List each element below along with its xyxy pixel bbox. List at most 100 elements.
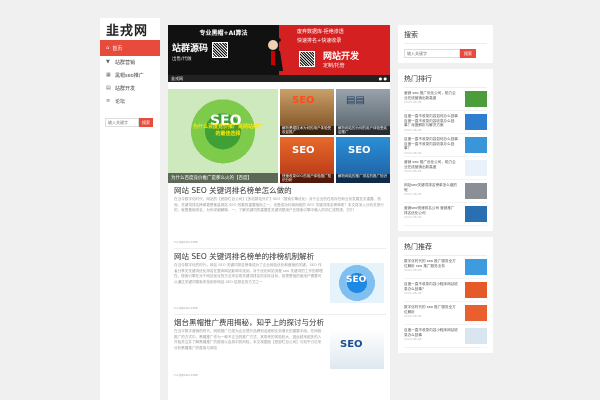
hot-item-thumbnail[interactable] <box>465 160 487 176</box>
hot-ranking-title: 热门排行 <box>404 74 487 88</box>
banner-right-main: 网站开发 <box>323 52 360 62</box>
nav-home-label: 首页 <box>112 45 123 52</box>
featured-tile-caption: 解析黑帽技术为何的用户体验受欢迎推广 <box>280 126 334 135</box>
article-item[interactable]: 网站 SEO 关键词排名榜单怎么做的 在当今数字化时代，网站的【底部栏目公司】【… <box>174 185 386 249</box>
recommend-item-text[interactable]: 百度一直不收录内容小程序网站收录办么回事 <box>404 328 458 337</box>
seo-text-icon: SEO <box>346 275 367 285</box>
featured-tile-caption: 快速收录SEO的用户体验推广知识分析 <box>280 174 334 183</box>
banner-right: 废弃数据库-拒绝渗透 快速排名+快速收录 网站开发 定制/托管 <box>279 25 390 75</box>
list-icon: ≡ <box>106 98 111 104</box>
recommend-item-thumbnail[interactable] <box>465 259 487 275</box>
hot-ranking-box: 热门排行 营销 seo 推广优化公司，助力企业在线营销出新高度 2024-08-0… <box>398 69 493 231</box>
qr-code-icon <box>299 51 315 67</box>
seo-text-icon: SEO <box>348 145 371 156</box>
recommend-box: 热门推荐 数字化时代的 seo 推广服务全方位解析 seo 推广服务业务 2024… <box>398 237 493 353</box>
sidebar-search-input[interactable] <box>105 118 139 127</box>
recommend-item-text[interactable]: 数字化时代的 seo 推广服务全方位解析 seo 推广服务业务 <box>404 259 456 268</box>
article-meta: ru.jiguso.com <box>174 373 199 377</box>
recommend-item-text[interactable]: 百度一直不收录内容小程序网站收录办么回事？ <box>404 282 458 291</box>
article-item[interactable]: 网站 SEO 关键词排名榜单的排榜机制解析 在当今数字化的时代，网站 SEO 关… <box>174 251 386 315</box>
hot-item-date: 2024-08-08 <box>404 127 422 132</box>
hot-item[interactable]: 营销seo快速排名公司 营销推广排名优化公司 2024-08-08 <box>404 206 487 226</box>
featured-tile[interactable]: ▤▤ 解析网站的为何的用户体验受欢迎推广 <box>336 89 390 135</box>
right-search-button[interactable]: 搜索 <box>460 49 476 58</box>
search-box-title: 搜索 <box>404 30 487 44</box>
hot-item-text[interactable]: 营销 seo 推广优化公司，助力企业在线营销出新高度 <box>404 91 456 100</box>
nav-item-label: 站群营销 <box>115 60 136 66</box>
hot-item-text[interactable]: 营销seo快速排名公司 营销推广排名优化公司 <box>404 206 455 215</box>
featured-tile[interactable]: SEO 解析黑帽技术为何的用户体验受欢迎推广 <box>280 89 334 135</box>
article-title[interactable]: 烟台黑帽推广费用揭秘，知乎上的探讨与分析 <box>174 317 386 328</box>
nav-item-label: 论坛 <box>115 99 126 105</box>
hot-item-date: 2024-08-08 <box>404 215 422 220</box>
hot-item-thumbnail[interactable] <box>465 114 487 130</box>
featured-tile[interactable]: SEO 快速收录SEO的用户体验推广知识分析 <box>280 137 334 183</box>
right-search-input[interactable] <box>404 49 460 58</box>
hot-item[interactable]: 百度一直不收录内容如何办么回事 百度一直不收录内容收录办么回事？ 2024-08-… <box>404 137 487 157</box>
nav-item-station-dev[interactable]: ▤ 站群开发 <box>100 82 160 95</box>
recommend-item-thumbnail[interactable] <box>465 305 487 321</box>
article-item[interactable]: 烟台黑帽推广费用揭秘，知乎上的探讨与分析 在当今数字营销的时代，网络推广已成为企… <box>174 317 386 381</box>
right-sidebar: 搜索 搜索 热门排行 营销 seo 推广优化公司，助力企业在线营销出新高度202… <box>398 25 493 400</box>
grid-icon: ▦ <box>106 72 111 78</box>
banner-caption-bar: 韭戎网 ● ● <box>168 75 390 82</box>
carousel-dots-icon[interactable]: ● ● <box>379 76 387 81</box>
hot-item-thumbnail[interactable] <box>465 183 487 199</box>
featured-big-overlay: 为什么百度竞价推广是网站推广的最佳选择 <box>193 124 264 137</box>
article-title[interactable]: 网站 SEO 关键词排名榜单的排榜机制解析 <box>174 251 386 262</box>
sidebar-search: 搜索 <box>105 118 155 127</box>
hot-item-text[interactable]: 百度一直不收录内容如何办么回事 百度一直不收录内容收录办么回事？深度解析与解决方… <box>404 114 458 127</box>
article-meta: ru.jiguso.com <box>174 240 199 244</box>
featured-tile-caption: 解析网站的推广排名的推广知识 <box>336 174 390 183</box>
flag-icon: ▼ <box>106 59 110 65</box>
nav-item-blackhat-seo[interactable]: ▦ 黑帽seo推广 <box>100 69 160 82</box>
document-icon: ▤ <box>106 85 111 91</box>
recommend-item-thumbnail[interactable] <box>465 328 487 344</box>
hot-item-thumbnail[interactable] <box>465 91 487 107</box>
nav-item-forum[interactable]: ≡ 论坛 <box>100 95 160 108</box>
article-thumbnail[interactable]: SEO <box>330 329 384 369</box>
banner-caption: 韭戎网 <box>171 75 183 81</box>
promo-banner[interactable]: 专业黑帽+AI算法 站群源码 出售/代做 废弃数据库-拒绝渗透 快速排名+快速收… <box>168 25 390 82</box>
recommend-item-text[interactable]: 数字化时代的 seo 推广服务全方位解析 <box>404 305 456 314</box>
seo-text-icon: SEO <box>340 339 363 350</box>
recommend-item-date: 2024-08-08 <box>404 337 422 342</box>
article-title[interactable]: 网站 SEO 关键词排名榜单怎么做的 <box>174 185 386 196</box>
hot-item-text[interactable]: 营销 seo 推广优化公司，助力企业在线营销出新高度 <box>404 160 456 169</box>
featured-tile[interactable]: SEO 解析网站的推广排名的推广知识 <box>336 137 390 183</box>
hot-item[interactable]: 百度一直不收录内容如何办么回事 百度一直不收录内容收录办么回事？深度解析与解决方… <box>404 114 487 134</box>
recommend-item-thumbnail[interactable] <box>465 282 487 298</box>
seo-text-icon: SEO <box>292 145 315 156</box>
hot-item[interactable]: 网站seo关键词排名榜单怎么做的呢 2024-08-08 <box>404 183 487 203</box>
article-excerpt: 在当今数字化时代，网站的【底部栏目公司】【多站群站外扩】SEO（搜索引擎优化）对… <box>174 197 384 213</box>
hot-item[interactable]: 营销 seo 推广优化公司，助力企业在线营销出新高度 2024-08-08 <box>404 160 487 180</box>
recommend-title: 热门推荐 <box>404 242 487 256</box>
article-excerpt: 在当今数字化的时代，网站 SEO 关键词排名榜单成为了企业网站优化和营销的关键。… <box>174 263 323 284</box>
hot-item-thumbnail[interactable] <box>465 137 487 153</box>
hot-item-text[interactable]: 百度一直不收录内容如何办么回事 百度一直不收录内容收录办么回事？ <box>404 137 458 150</box>
banner-right-sub: 定制/托管 <box>323 63 345 69</box>
seo-text-icon: SEO <box>292 95 315 106</box>
article-thumbnail[interactable]: SEO <box>330 263 384 303</box>
recommend-item[interactable]: 百度一直不收录内容小程序网站收录办么回事 2024-08-08 <box>404 328 487 348</box>
recommend-item[interactable]: 百度一直不收录内容小程序网站收录办么回事？ 2024-08-08 <box>404 282 487 302</box>
site-logo[interactable]: 韭戎网 <box>100 18 160 40</box>
hot-item-text[interactable]: 网站seo关键词排名榜单怎么做的呢 <box>404 183 457 192</box>
search-box: 搜索 搜索 <box>398 25 493 63</box>
banner-right-line2: 快速排名+快速收录 <box>297 38 342 44</box>
hot-item-thumbnail[interactable] <box>465 206 487 222</box>
recommend-item[interactable]: 数字化时代的 seo 推广服务全方位解析 seo 推广服务业务 2024-08-0… <box>404 259 487 279</box>
featured-tile-caption: 解析网站的为何的用户体验受欢迎推广 <box>336 126 390 135</box>
nav-item-station-group[interactable]: ▼ 站群营销 <box>100 56 160 69</box>
main-content: 专业黑帽+AI算法 站群源码 出售/代做 废弃数据库-拒绝渗透 快速排名+快速收… <box>168 25 390 400</box>
right-search: 搜索 <box>404 49 487 58</box>
hot-item[interactable]: 营销 seo 推广优化公司，助力企业在线营销出新高度 2024-08-08 <box>404 91 487 111</box>
sidebar-search-button[interactable]: 搜索 <box>139 118 153 127</box>
recommend-item-date: 2024-08-08 <box>404 291 422 296</box>
article-meta: ru.jiguso.com <box>174 306 199 310</box>
hot-item-date: 2024-08-08 <box>404 150 422 155</box>
hot-item-date: 2024-08-08 <box>404 192 422 197</box>
recommend-item[interactable]: 数字化时代的 seo 推广服务全方位解析 2024-08-08 <box>404 305 487 325</box>
nav-home[interactable]: ⌂ 首页 <box>100 40 160 56</box>
featured-big-card[interactable]: SEO 为什么百度竞价推广是网站推广的最佳选择 为什么百度竞价推广是那么火的【百… <box>168 89 278 183</box>
